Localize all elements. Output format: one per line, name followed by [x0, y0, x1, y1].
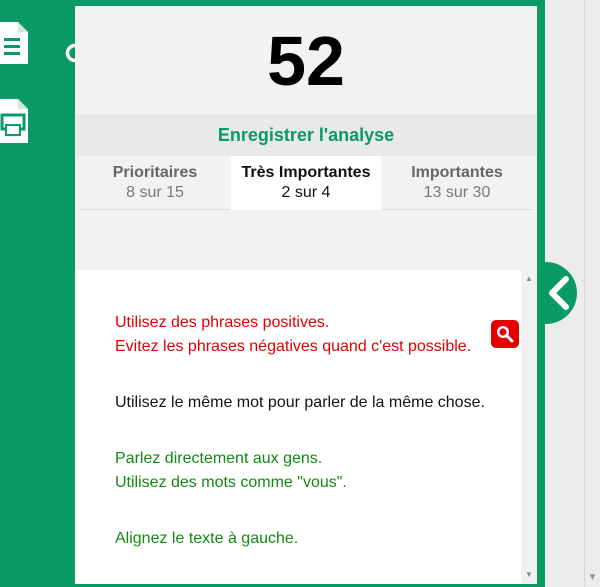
document-icon[interactable]: [0, 22, 28, 64]
tab-count: 13 sur 30: [423, 184, 491, 201]
save-analysis-button[interactable]: Enregistrer l'analyse: [75, 114, 537, 156]
gutter-divider: [584, 0, 585, 587]
tab-count: 2 sur 4: [281, 184, 331, 201]
tab-tres-importantes[interactable]: Très Importantes 2 sur 4: [231, 156, 381, 210]
tab-label: Prioritaires: [112, 164, 198, 181]
priority-tabs: Prioritaires 8 sur 15 Très Importantes 2…: [79, 156, 533, 210]
tab-count: 8 sur 15: [126, 184, 184, 201]
scroll-up-arrow[interactable]: ▲: [521, 272, 537, 286]
tab-label: Très Importantes: [241, 164, 371, 181]
recommendation-line: Alignez le texte à gauche.: [115, 530, 299, 547]
page-scroll-down-arrow[interactable]: ▼: [585, 568, 600, 587]
recommendations-list: Utilisez des phrases positives. Evitez l…: [75, 270, 521, 584]
analysis-panel: 52 Enregistrer l'analyse Prioritaires 8 …: [75, 6, 537, 584]
recommendation-line: Utilisez des mots comme "vous".: [115, 474, 347, 491]
recommendation-line: Evitez les phrases négatives quand c'est…: [115, 338, 472, 355]
highlight-search-button[interactable]: [491, 320, 519, 348]
print-icon[interactable]: [0, 99, 28, 143]
chevron-left-icon: [549, 276, 569, 310]
list-item[interactable]: Parlez directement aux gens. Utilisez de…: [115, 447, 347, 495]
scroll-down-arrow[interactable]: ▼: [521, 568, 537, 582]
list-item[interactable]: Utilisez des phrases positives. Evitez l…: [115, 311, 471, 359]
recommendation-line: Parlez directement aux gens.: [115, 450, 323, 467]
tab-label: Importantes: [411, 164, 503, 181]
list-item[interactable]: Alignez le texte à gauche.: [115, 527, 298, 551]
list-item[interactable]: Utilisez le même mot pour parler de la m…: [115, 391, 485, 415]
search-icon: [496, 325, 514, 343]
score-value: 52: [267, 22, 345, 100]
tab-prioritaires[interactable]: Prioritaires 8 sur 15: [79, 156, 231, 210]
list-scrollbar[interactable]: ▲ ▼: [521, 270, 537, 584]
recommendation-line: Utilisez des phrases positives.: [115, 314, 330, 331]
tab-importantes[interactable]: Importantes 13 sur 30: [381, 156, 533, 210]
recommendation-line: Utilisez le même mot pour parler de la m…: [115, 394, 485, 411]
